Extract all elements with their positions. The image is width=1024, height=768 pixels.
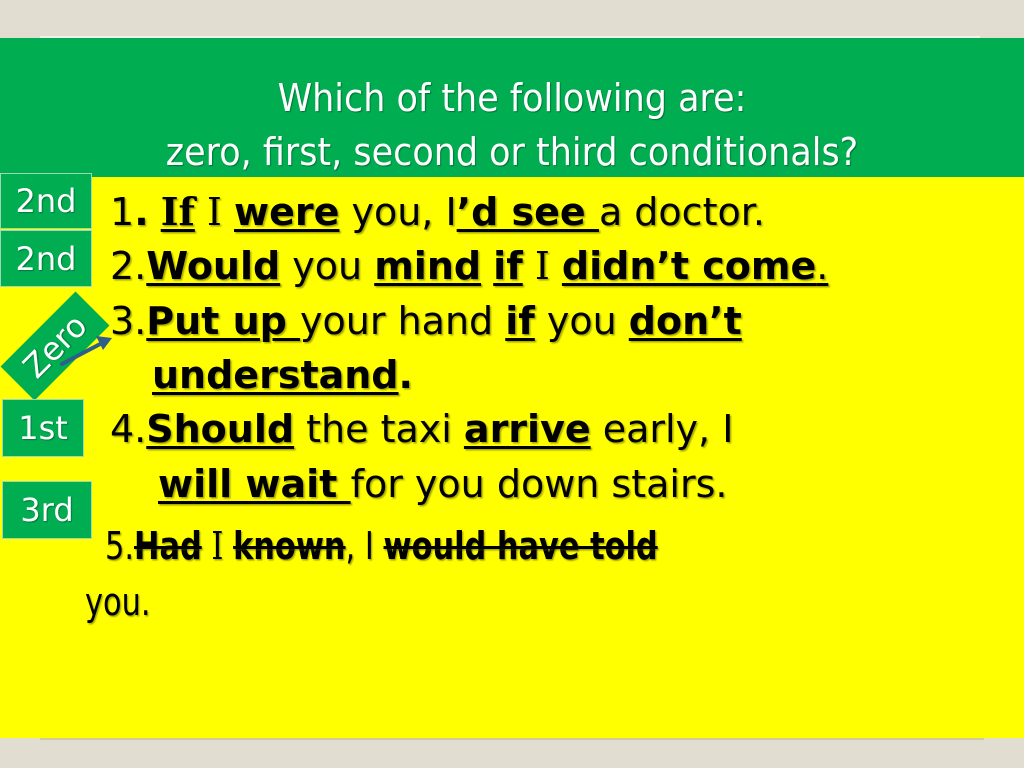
word: you, I	[339, 190, 457, 234]
word: you.	[85, 580, 151, 624]
keyword-if: if	[493, 244, 523, 288]
keyword-if: if	[505, 299, 535, 343]
word: for you down stairs.	[350, 462, 728, 506]
word: your hand	[300, 299, 506, 343]
sentence-3: 3.Put up your hand if you don’t	[110, 299, 742, 343]
slide-title-line-1: Which of the following are:	[277, 76, 747, 120]
item-number: 1	[110, 190, 135, 234]
sentence-3-cont: understand.	[152, 353, 413, 397]
answer-badge-5: 3rd	[2, 481, 92, 539]
word: early, I	[590, 407, 734, 451]
word: I	[201, 524, 234, 568]
word: .	[816, 244, 829, 288]
keyword-if: If	[160, 189, 195, 234]
keyword-put-up: Put up	[146, 299, 301, 343]
sentence-4-cont: will wait for you down stairs.	[158, 462, 727, 506]
word: I	[522, 244, 562, 288]
word	[481, 244, 493, 288]
keyword-mind: mind	[374, 244, 482, 288]
word: , I	[345, 524, 384, 568]
sentence-5-cont: you.	[85, 580, 167, 624]
keyword-d-see: ’d see	[456, 190, 599, 234]
keyword-arrive: arrive	[463, 407, 591, 451]
item-number: 4.	[110, 407, 147, 451]
keyword-would: Would	[146, 244, 281, 288]
keyword-dont: don’t	[628, 299, 742, 343]
word: you	[534, 299, 629, 343]
keyword-understand: understand	[152, 353, 399, 397]
sentence-4: 4.Should the taxi arrive early, I	[110, 407, 733, 451]
keyword-known: known	[233, 524, 346, 568]
sentence-5: 5.Had I known, I would have told	[105, 524, 796, 568]
item-number: 5.	[105, 524, 135, 568]
keyword-had: Had	[134, 524, 202, 568]
item-dot: .	[134, 190, 149, 234]
word: a doctor.	[598, 190, 765, 234]
word: I	[194, 190, 235, 234]
word: you	[280, 244, 375, 288]
answer-badge-1: 2nd	[0, 173, 92, 229]
answer-badge-4: 1st	[2, 399, 84, 457]
sentence-1: 1. If I were you, I’d see a doctor.	[110, 189, 765, 234]
keyword-will-wait: will wait	[158, 462, 351, 506]
word: .	[398, 353, 413, 397]
slide-bottom-edge	[40, 738, 984, 740]
slide-header: Which of the following are: zero, first,…	[0, 38, 1024, 177]
keyword-were: were	[234, 190, 340, 234]
sentence-2: 2.Would you mind if I didn’t come.	[110, 244, 828, 288]
slide-title-line-2: zero, first, second or third conditional…	[165, 130, 859, 174]
word: the taxi	[294, 407, 464, 451]
keyword-didnt-come: didn’t come	[561, 244, 817, 288]
item-number: 3.	[110, 299, 147, 343]
keyword-should: Should	[146, 407, 295, 451]
keyword-would-have-told: would have told	[383, 524, 658, 568]
answer-badge-2: 2nd	[0, 230, 92, 287]
item-number: 2.	[110, 244, 147, 288]
